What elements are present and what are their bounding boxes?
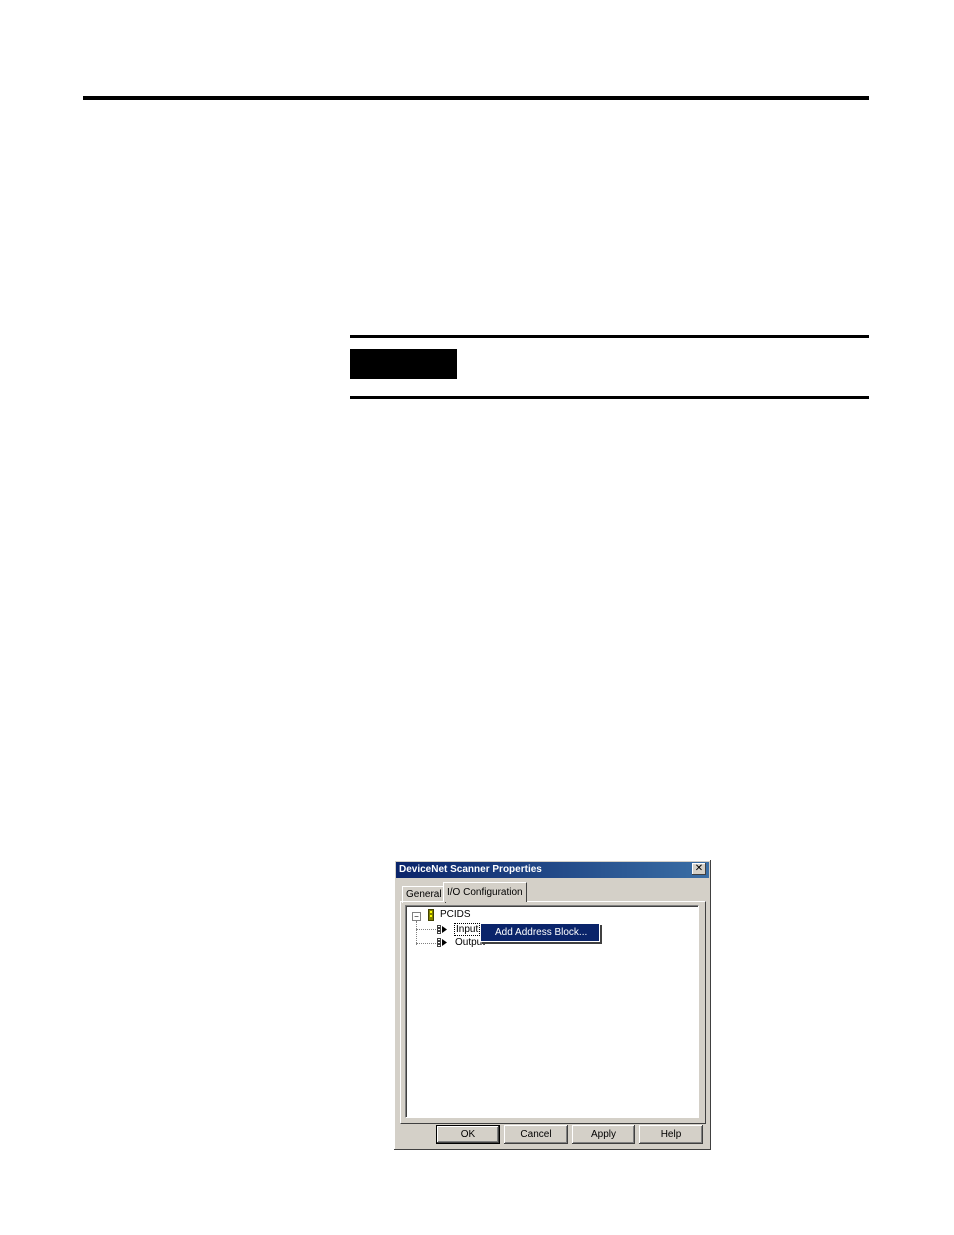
tree-connector <box>416 929 436 930</box>
dialog-titlebar: DeviceNet Scanner Properties ✕ <box>396 862 709 878</box>
output-block-icon <box>437 938 447 947</box>
tree-node-pcids[interactable]: PCIDS <box>440 909 471 920</box>
context-menu: Add Address Block... <box>480 923 600 942</box>
input-block-icon <box>437 925 447 934</box>
devicenet-scanner-properties-dialog: DeviceNet Scanner Properties ✕ General I… <box>394 860 711 1150</box>
note-label-box <box>350 349 457 379</box>
cancel-button[interactable]: Cancel <box>504 1125 568 1144</box>
tree-node-input[interactable]: Input <box>454 923 481 936</box>
collapse-icon[interactable]: − <box>412 912 421 921</box>
close-icon[interactable]: ✕ <box>692 863 706 875</box>
scanner-card-icon <box>428 909 434 921</box>
menu-item-add-address-block[interactable]: Add Address Block... <box>495 927 587 938</box>
note-bottom-rule <box>350 396 869 399</box>
apply-button[interactable]: Apply <box>572 1125 635 1144</box>
tree-connector <box>416 921 417 945</box>
page-top-rule <box>83 96 869 100</box>
ok-button[interactable]: OK <box>436 1125 500 1144</box>
tree-connector <box>416 943 436 944</box>
io-configuration-panel: − PCIDS Input Output Add Address Block..… <box>400 901 706 1124</box>
io-tree-view[interactable]: − PCIDS Input Output Add Address Block..… <box>405 905 699 1118</box>
tab-io-configuration[interactable]: I/O Configuration <box>443 882 527 902</box>
help-button[interactable]: Help <box>639 1125 703 1144</box>
note-top-rule <box>350 335 869 338</box>
dialog-title: DeviceNet Scanner Properties <box>399 864 542 875</box>
